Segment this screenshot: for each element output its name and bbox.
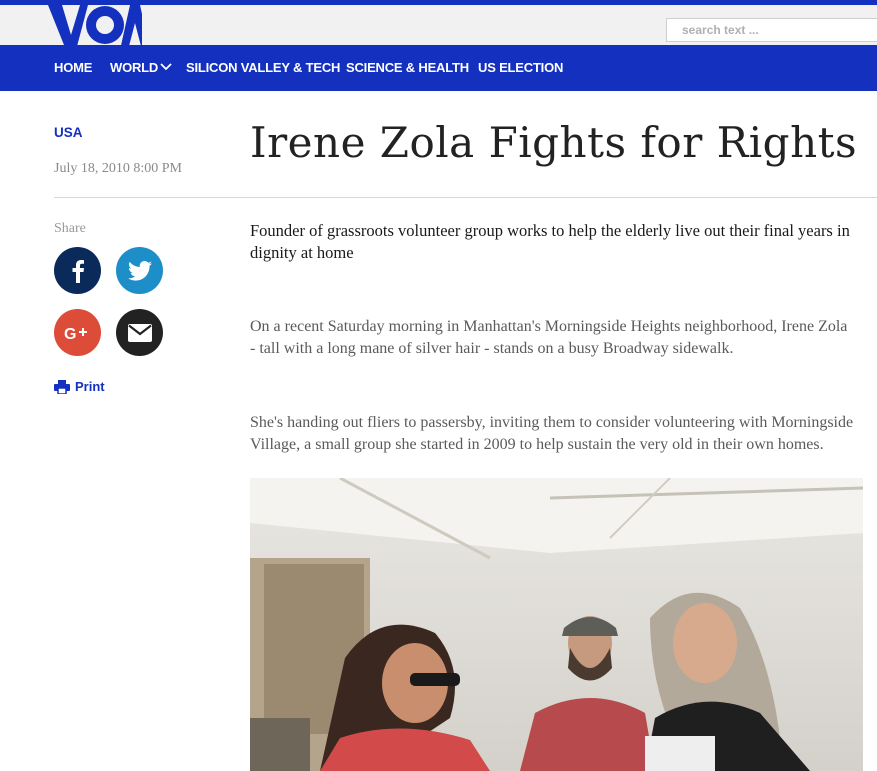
twitter-share-button[interactable] [116, 247, 163, 294]
category-link[interactable]: USA [54, 125, 83, 140]
print-label: Print [75, 379, 105, 394]
top-bar [0, 0, 877, 50]
email-icon [127, 323, 152, 342]
google-plus-icon: G [64, 326, 87, 342]
email-share-button[interactable] [116, 309, 163, 356]
chevron-down-icon[interactable] [160, 62, 172, 72]
article-title: Irene Zola Fights for Rights [250, 118, 858, 167]
printer-icon [54, 379, 70, 394]
nav-item-silicon-valley-tech[interactable]: SILICON VALLEY & TECH [186, 45, 340, 91]
article-paragraph: She's handing out fliers to passersby, i… [250, 414, 854, 453]
nav-item-world[interactable]: WORLD [110, 45, 158, 91]
article-photo-illustration [250, 478, 863, 771]
divider [54, 197, 877, 198]
svg-text:G: G [64, 326, 76, 342]
facebook-icon [72, 259, 84, 283]
main-nav: HOME WORLD SILICON VALLEY & TECH SCIENCE… [0, 45, 877, 91]
google-plus-share-button[interactable]: G [54, 309, 101, 356]
search-input[interactable] [667, 19, 872, 41]
twitter-icon [127, 260, 152, 281]
share-label: Share [54, 221, 86, 236]
nav-item-science-health[interactable]: SCIENCE & HEALTH [346, 45, 469, 91]
article-photo [250, 478, 863, 771]
nav-item-home[interactable]: HOME [54, 45, 92, 91]
search-box[interactable] [666, 18, 877, 42]
print-button[interactable]: Print [54, 379, 105, 394]
article-paragraph: On a recent Saturday morning in Manhatta… [250, 318, 848, 357]
nav-item-us-election[interactable]: US ELECTION [478, 45, 563, 91]
publish-date: July 18, 2010 8:00 PM [54, 161, 182, 176]
facebook-share-button[interactable] [54, 247, 101, 294]
voa-logo[interactable] [46, 5, 142, 50]
article-summary: Founder of grassroots volunteer group wo… [250, 221, 850, 262]
